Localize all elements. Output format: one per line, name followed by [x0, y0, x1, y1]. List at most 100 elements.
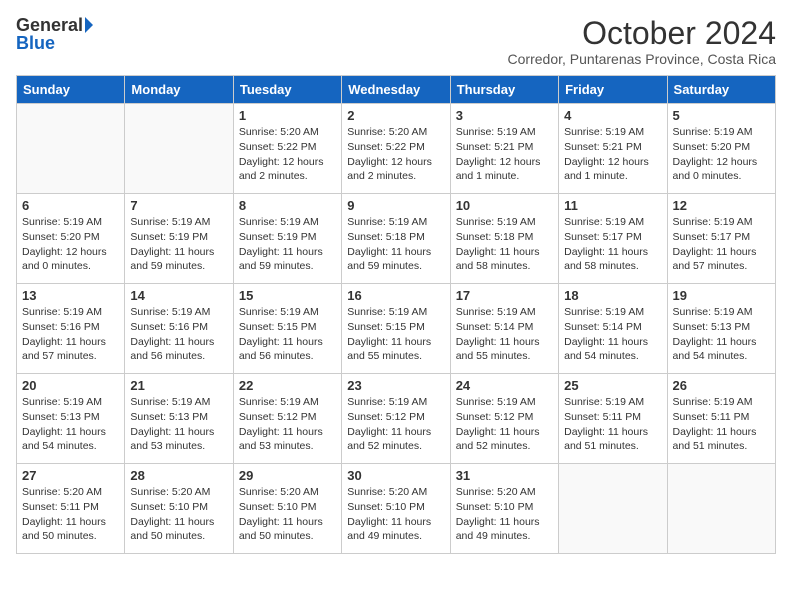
calendar-header-tuesday: Tuesday: [233, 76, 341, 104]
calendar-cell: 21 Sunrise: 5:19 AM Sunset: 5:13 PM Dayli…: [125, 374, 233, 464]
day-info: Sunrise: 5:19 AM Sunset: 5:21 PM Dayligh…: [564, 125, 661, 184]
day-info: Sunrise: 5:19 AM Sunset: 5:13 PM Dayligh…: [673, 305, 770, 364]
day-number: 14: [130, 288, 227, 303]
day-number: 24: [456, 378, 553, 393]
day-info: Sunrise: 5:19 AM Sunset: 5:17 PM Dayligh…: [564, 215, 661, 274]
day-info: Sunrise: 5:19 AM Sunset: 5:16 PM Dayligh…: [22, 305, 119, 364]
calendar-week-row: 13 Sunrise: 5:19 AM Sunset: 5:16 PM Dayli…: [17, 284, 776, 374]
day-info: Sunrise: 5:19 AM Sunset: 5:19 PM Dayligh…: [130, 215, 227, 274]
calendar-header-monday: Monday: [125, 76, 233, 104]
day-number: 27: [22, 468, 119, 483]
day-number: 19: [673, 288, 770, 303]
calendar: SundayMondayTuesdayWednesdayThursdayFrid…: [16, 75, 776, 554]
calendar-cell: 26 Sunrise: 5:19 AM Sunset: 5:11 PM Dayli…: [667, 374, 775, 464]
day-number: 13: [22, 288, 119, 303]
day-number: 4: [564, 108, 661, 123]
calendar-cell: 24 Sunrise: 5:19 AM Sunset: 5:12 PM Dayli…: [450, 374, 558, 464]
location-title: Corredor, Puntarenas Province, Costa Ric…: [508, 51, 776, 67]
calendar-header-saturday: Saturday: [667, 76, 775, 104]
calendar-cell: 16 Sunrise: 5:19 AM Sunset: 5:15 PM Dayli…: [342, 284, 450, 374]
day-number: 8: [239, 198, 336, 213]
calendar-cell: 23 Sunrise: 5:19 AM Sunset: 5:12 PM Dayli…: [342, 374, 450, 464]
day-number: 16: [347, 288, 444, 303]
day-info: Sunrise: 5:19 AM Sunset: 5:13 PM Dayligh…: [22, 395, 119, 454]
month-title: October 2024: [508, 16, 776, 51]
day-info: Sunrise: 5:19 AM Sunset: 5:18 PM Dayligh…: [347, 215, 444, 274]
day-number: 25: [564, 378, 661, 393]
day-info: Sunrise: 5:19 AM Sunset: 5:19 PM Dayligh…: [239, 215, 336, 274]
calendar-cell: 12Sunrise: 5:19 AM Sunset: 5:17 PM Dayli…: [667, 194, 775, 284]
calendar-cell: 29Sunrise: 5:20 AM Sunset: 5:10 PM Dayli…: [233, 464, 341, 554]
day-number: 30: [347, 468, 444, 483]
day-number: 18: [564, 288, 661, 303]
day-info: Sunrise: 5:19 AM Sunset: 5:12 PM Dayligh…: [239, 395, 336, 454]
day-info: Sunrise: 5:19 AM Sunset: 5:15 PM Dayligh…: [347, 305, 444, 364]
day-info: Sunrise: 5:19 AM Sunset: 5:11 PM Dayligh…: [673, 395, 770, 454]
day-info: Sunrise: 5:20 AM Sunset: 5:10 PM Dayligh…: [347, 485, 444, 544]
calendar-header-wednesday: Wednesday: [342, 76, 450, 104]
day-info: Sunrise: 5:19 AM Sunset: 5:16 PM Dayligh…: [130, 305, 227, 364]
calendar-cell: 3 Sunrise: 5:19 AM Sunset: 5:21 PM Daylig…: [450, 104, 558, 194]
day-number: 26: [673, 378, 770, 393]
calendar-cell: 6Sunrise: 5:19 AM Sunset: 5:20 PM Daylig…: [17, 194, 125, 284]
day-number: 17: [456, 288, 553, 303]
day-number: 29: [239, 468, 336, 483]
calendar-cell: 9 Sunrise: 5:19 AM Sunset: 5:18 PM Daylig…: [342, 194, 450, 284]
logo-arrow-icon: [85, 17, 93, 33]
day-info: Sunrise: 5:20 AM Sunset: 5:10 PM Dayligh…: [456, 485, 553, 544]
day-number: 22: [239, 378, 336, 393]
logo-general-text: General: [16, 16, 83, 34]
day-number: 23: [347, 378, 444, 393]
title-area: October 2024 Corredor, Puntarenas Provin…: [508, 16, 776, 67]
calendar-cell: 25 Sunrise: 5:19 AM Sunset: 5:11 PM Dayli…: [559, 374, 667, 464]
calendar-week-row: 1Sunrise: 5:20 AM Sunset: 5:22 PM Daylig…: [17, 104, 776, 194]
day-number: 10: [456, 198, 553, 213]
calendar-cell: 2 Sunrise: 5:20 AM Sunset: 5:22 PM Daylig…: [342, 104, 450, 194]
calendar-cell: 5Sunrise: 5:19 AM Sunset: 5:20 PM Daylig…: [667, 104, 775, 194]
day-info: Sunrise: 5:19 AM Sunset: 5:21 PM Dayligh…: [456, 125, 553, 184]
calendar-header-thursday: Thursday: [450, 76, 558, 104]
day-number: 2: [347, 108, 444, 123]
calendar-cell: 17 Sunrise: 5:19 AM Sunset: 5:14 PM Dayli…: [450, 284, 558, 374]
day-number: 6: [22, 198, 119, 213]
day-info: Sunrise: 5:20 AM Sunset: 5:11 PM Dayligh…: [22, 485, 119, 544]
calendar-header-sunday: Sunday: [17, 76, 125, 104]
calendar-header-row: SundayMondayTuesdayWednesdayThursdayFrid…: [17, 76, 776, 104]
day-number: 12: [673, 198, 770, 213]
calendar-cell: 20Sunrise: 5:19 AM Sunset: 5:13 PM Dayli…: [17, 374, 125, 464]
calendar-cell: 1Sunrise: 5:20 AM Sunset: 5:22 PM Daylig…: [233, 104, 341, 194]
calendar-cell: 22 Sunrise: 5:19 AM Sunset: 5:12 PM Dayli…: [233, 374, 341, 464]
day-number: 21: [130, 378, 227, 393]
calendar-cell: [17, 104, 125, 194]
calendar-cell: [125, 104, 233, 194]
day-info: Sunrise: 5:20 AM Sunset: 5:10 PM Dayligh…: [130, 485, 227, 544]
calendar-cell: [559, 464, 667, 554]
day-number: 11: [564, 198, 661, 213]
logo-blue-text: Blue: [16, 34, 55, 52]
day-info: Sunrise: 5:19 AM Sunset: 5:14 PM Dayligh…: [456, 305, 553, 364]
day-info: Sunrise: 5:19 AM Sunset: 5:15 PM Dayligh…: [239, 305, 336, 364]
day-number: 9: [347, 198, 444, 213]
day-number: 3: [456, 108, 553, 123]
calendar-cell: 15 Sunrise: 5:19 AM Sunset: 5:15 PM Dayli…: [233, 284, 341, 374]
day-info: Sunrise: 5:19 AM Sunset: 5:12 PM Dayligh…: [347, 395, 444, 454]
calendar-week-row: 27 Sunrise: 5:20 AM Sunset: 5:11 PM Dayli…: [17, 464, 776, 554]
calendar-cell: 28 Sunrise: 5:20 AM Sunset: 5:10 PM Dayli…: [125, 464, 233, 554]
calendar-cell: 11 Sunrise: 5:19 AM Sunset: 5:17 PM Dayli…: [559, 194, 667, 284]
day-info: Sunrise: 5:20 AM Sunset: 5:22 PM Dayligh…: [347, 125, 444, 184]
day-info: Sunrise: 5:20 AM Sunset: 5:22 PM Dayligh…: [239, 125, 336, 184]
calendar-cell: 18Sunrise: 5:19 AM Sunset: 5:14 PM Dayli…: [559, 284, 667, 374]
calendar-cell: 14 Sunrise: 5:19 AM Sunset: 5:16 PM Dayli…: [125, 284, 233, 374]
day-number: 15: [239, 288, 336, 303]
logo: General Blue: [16, 16, 93, 52]
day-number: 28: [130, 468, 227, 483]
day-number: 7: [130, 198, 227, 213]
calendar-body: 1Sunrise: 5:20 AM Sunset: 5:22 PM Daylig…: [17, 104, 776, 554]
calendar-cell: 7 Sunrise: 5:19 AM Sunset: 5:19 PM Daylig…: [125, 194, 233, 284]
day-info: Sunrise: 5:19 AM Sunset: 5:13 PM Dayligh…: [130, 395, 227, 454]
day-number: 31: [456, 468, 553, 483]
calendar-cell: 4 Sunrise: 5:19 AM Sunset: 5:21 PM Daylig…: [559, 104, 667, 194]
calendar-cell: 13 Sunrise: 5:19 AM Sunset: 5:16 PM Dayli…: [17, 284, 125, 374]
day-info: Sunrise: 5:19 AM Sunset: 5:11 PM Dayligh…: [564, 395, 661, 454]
day-info: Sunrise: 5:19 AM Sunset: 5:12 PM Dayligh…: [456, 395, 553, 454]
